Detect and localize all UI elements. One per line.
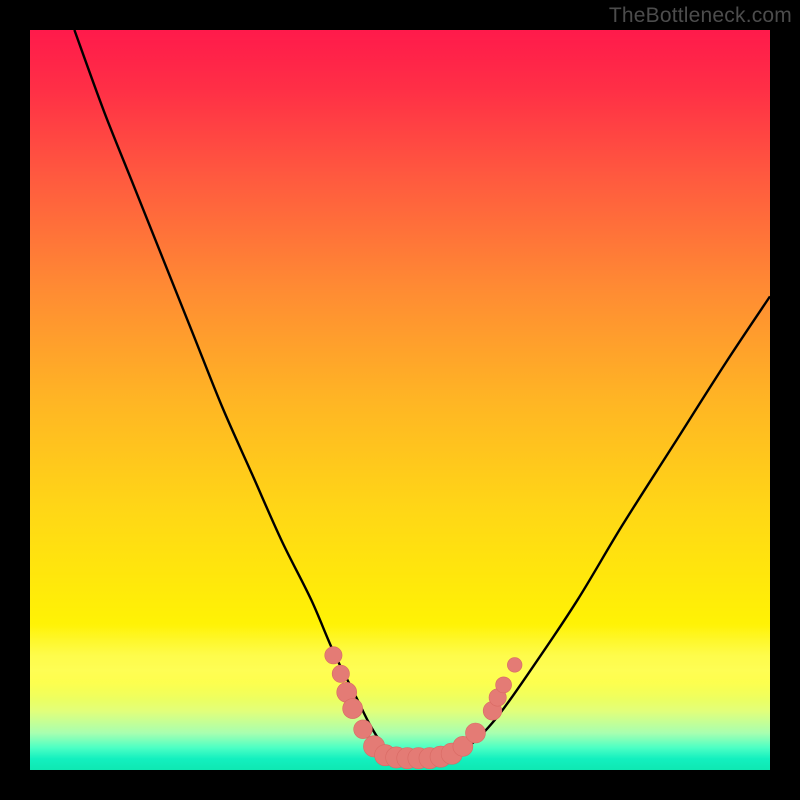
curve-marker	[332, 665, 349, 682]
curve-marker	[507, 658, 522, 673]
bottleneck-curve	[30, 30, 770, 770]
watermark-text: TheBottleneck.com	[609, 4, 792, 28]
plot-area	[30, 30, 770, 770]
curve-marker	[496, 677, 512, 693]
curve-markers	[325, 647, 522, 769]
curve-marker	[343, 699, 363, 719]
curve-marker	[325, 647, 342, 664]
curve-marker	[354, 720, 373, 739]
chart-frame: TheBottleneck.com	[0, 0, 800, 800]
curve-marker	[465, 723, 485, 743]
curve-path	[74, 30, 770, 759]
